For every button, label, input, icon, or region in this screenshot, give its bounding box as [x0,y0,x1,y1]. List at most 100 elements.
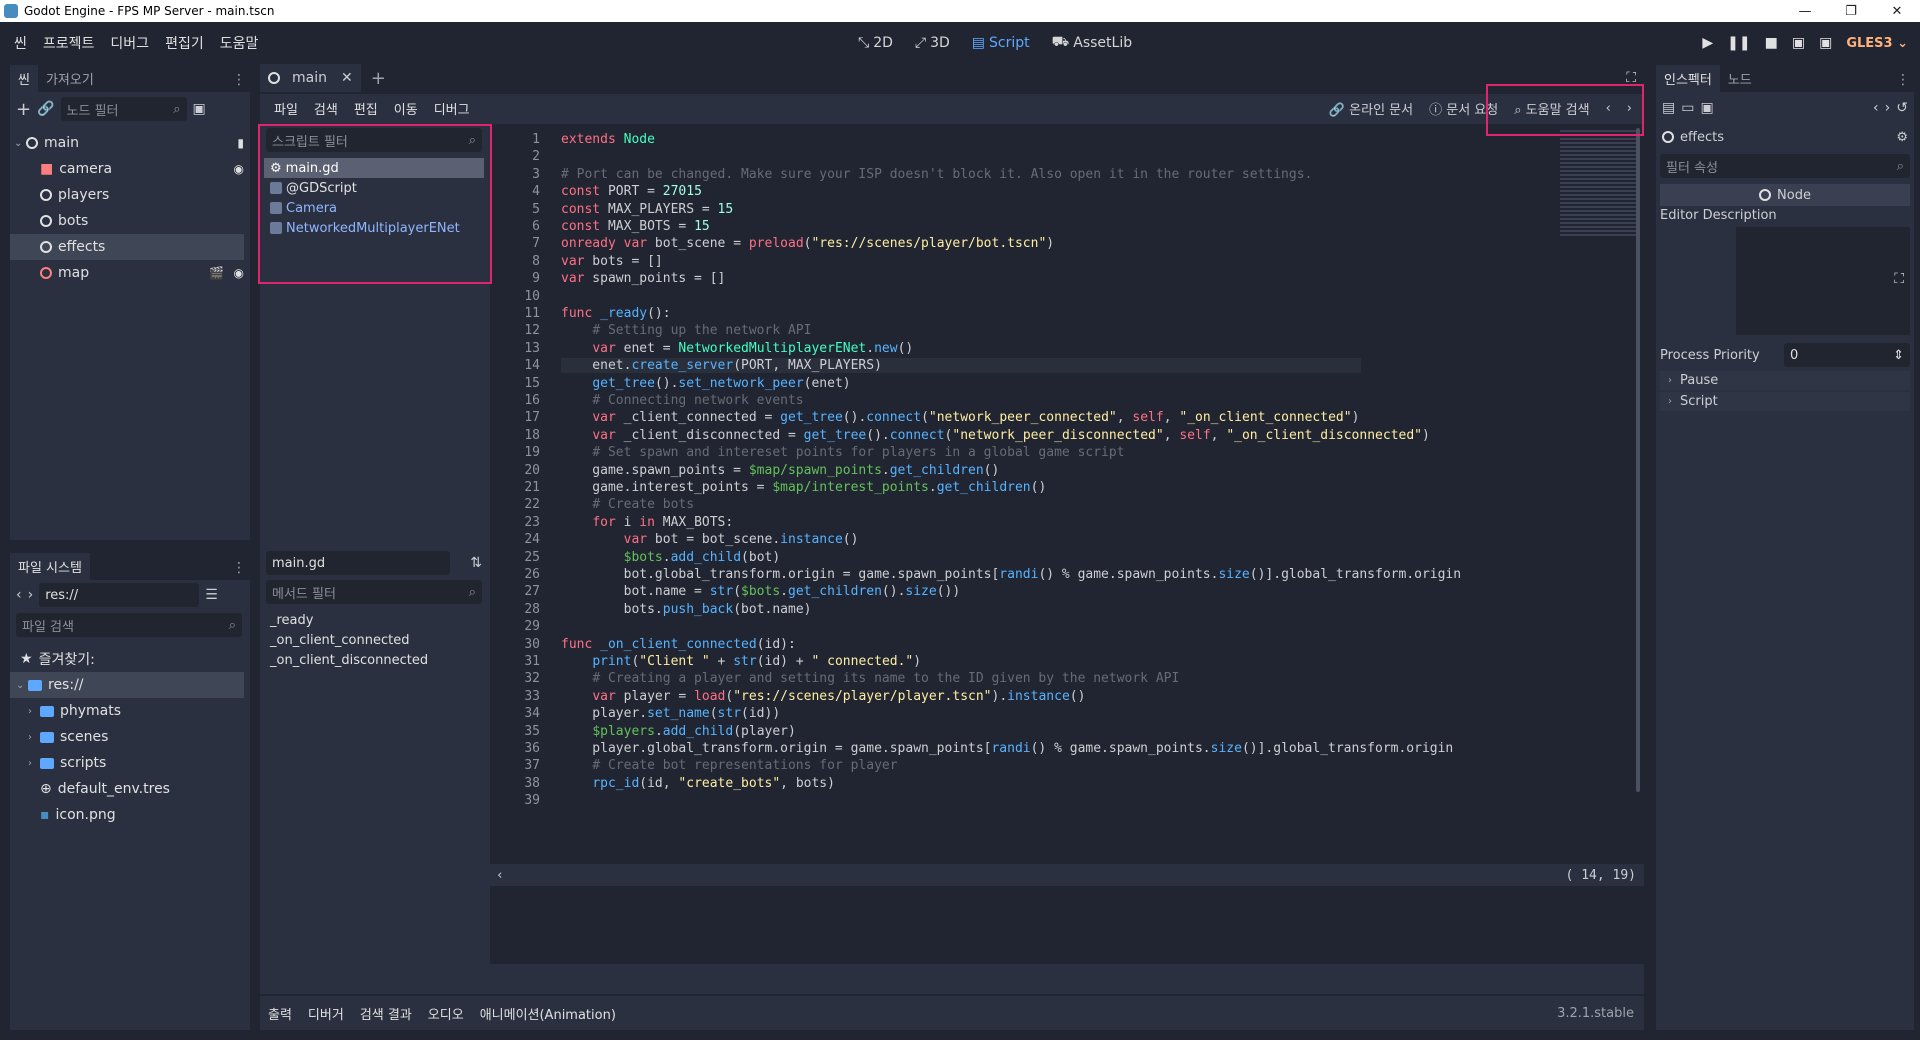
file-search-input[interactable]: 파일 검색 ⌕ [16,613,242,637]
tree-item-phymats[interactable]: › phymats [10,698,250,724]
code-line: func _ready(): [561,306,671,321]
tree-item-icon-png[interactable]: ▪ icon.png [10,802,250,828]
section-pause[interactable]: › Pause [1660,371,1910,390]
script-menu-edit[interactable]: 편집 [346,99,386,118]
play-scene-icon[interactable]: ▣ [1792,35,1805,51]
mode-2d-button[interactable]: ⤡ 2D [850,35,901,51]
script-attached-icon[interactable]: ▮ [237,136,244,150]
tree-item-scenes[interactable]: › scenes [10,724,250,750]
tree-item-scripts[interactable]: › scripts [10,750,250,776]
link-icon[interactable]: 🔗 [37,101,54,117]
tree-item-map[interactable]: map 🎬 ◉ [10,260,250,286]
script-menu-file[interactable]: 파일 [266,99,306,118]
bottom-tab-animation[interactable]: 애니메이션(Animation) [472,1004,624,1023]
attach-script-icon[interactable]: ▣ [193,101,206,117]
menu-scene[interactable]: 씬 [6,33,35,53]
favorites-item[interactable]: ★ 즐겨찾기: [10,646,250,672]
method-panel: main.gd ⇅ 메서드 필터 ⌕ _ready _on_client_conn… [260,550,488,994]
tree-item-camera[interactable]: ■ camera ◉ [10,156,250,182]
tab-inspector[interactable]: 인스펙터 [1656,65,1720,92]
tab-main-scene[interactable]: main ✕ [260,64,361,92]
process-priority-spinbox[interactable]: 0 ⇕ [1784,343,1910,367]
node-icon [268,72,280,84]
expand-icon[interactable]: ⛶ [1894,271,1904,287]
editor-description-field[interactable]: ⛶ [1736,227,1910,335]
pause-icon[interactable]: ❚❚ [1727,35,1750,51]
mode-3d-button[interactable]: ⤢ 3D [907,35,958,51]
code-line: # Setting up the network API [592,323,812,339]
stop-icon[interactable]: ■ [1765,35,1778,51]
code-line: for i in MAX_BOTS: [592,514,734,530]
online-docs-button[interactable]: 🔗 온라인 문서 [1329,99,1413,118]
sort-icon[interactable]: ⇅ [470,555,482,571]
tree-item-default-env[interactable]: ⊕ default_env.tres [10,776,250,802]
toggle-scripts-panel-icon[interactable]: ‹ [496,868,504,883]
tab-scene[interactable]: 씬 [10,65,38,92]
tree-item-players[interactable]: players [10,182,250,208]
class-header: Node [1660,184,1910,206]
menu-editor[interactable]: 편집기 [157,33,212,53]
bottom-tab-output[interactable]: 출력 [260,1004,300,1023]
split-view-icon[interactable]: ☰ [205,587,218,603]
top-menu-bar: 씬 프로젝트 디버그 편집기 도움말 ⤡ 2D ⤢ 3D ▤ Script ⛟ Asse… [0,22,1920,64]
dock-menu-icon[interactable]: ⋮ [228,556,250,580]
tree-item-res-root[interactable]: ⌄ res:// [10,672,244,698]
maximize-button[interactable]: ❐ [1828,0,1874,22]
visibility-eye-icon[interactable]: ◉ [234,162,244,176]
history-icon[interactable]: ↺ [1896,100,1908,116]
tab-node[interactable]: 노드 [1720,65,1760,92]
clapper-icon[interactable]: 🎬 [209,266,224,280]
new-resource-icon[interactable]: ▤ [1662,100,1675,116]
mode-assetlib-button[interactable]: ⛟ AssetLib [1044,34,1140,52]
script-menu-debug[interactable]: 디버그 [426,99,478,118]
line-number: 12 [524,323,540,339]
mode-script-button[interactable]: ▤ Script [964,35,1038,51]
save-resource-icon[interactable]: ▣ [1700,100,1713,116]
add-node-icon[interactable]: + [16,99,31,120]
vertical-scrollbar[interactable] [1636,128,1640,792]
node-filter-input[interactable]: 노드 필터 ⌕ [60,97,187,121]
tab-import[interactable]: 가져오기 [38,65,102,92]
tree-item-bots[interactable]: bots [10,208,250,234]
dock-menu-icon[interactable]: ⋮ [228,68,250,92]
bottom-tab-debugger[interactable]: 디버거 [300,1004,352,1023]
play-icon[interactable]: ▶ [1702,35,1713,51]
path-field[interactable]: res:// [39,583,200,607]
load-resource-icon[interactable]: ▭ [1681,100,1694,116]
script-menu-goto[interactable]: 이동 [386,99,426,118]
section-script[interactable]: › Script [1660,392,1910,411]
method-item[interactable]: _ready [264,610,484,630]
tree-item-effects[interactable]: effects [10,234,244,260]
method-item[interactable]: _on_client_connected [264,630,484,650]
script-menu-search[interactable]: 검색 [306,99,346,118]
add-scene-tab-button[interactable]: + [371,68,386,89]
tree-item-main[interactable]: ⌄ main ▮ [10,130,250,156]
line-number: 22 [524,497,540,513]
menu-debug[interactable]: 디버그 [102,33,157,53]
dock-menu-icon[interactable]: ⋮ [1892,68,1914,92]
method-filter-input[interactable]: 메서드 필터 ⌕ [266,580,482,604]
tab-filesystem[interactable]: 파일 시스템 [10,553,90,580]
bottom-tab-search-results[interactable]: 검색 결과 [352,1004,420,1023]
history-back-icon[interactable]: ‹ [1873,100,1879,116]
renderer-select[interactable]: GLES3 ⌄ [1846,36,1908,51]
line-number: 25 [524,549,540,565]
object-properties-icon[interactable]: ⚙ [1896,130,1908,145]
back-icon[interactable]: ‹ [16,587,22,603]
property-filter-input[interactable]: 필터 속성 ⌕ [1660,154,1910,178]
menu-help[interactable]: 도움말 [212,33,267,53]
code-minimap[interactable] [1560,130,1638,238]
minimize-button[interactable]: — [1782,0,1828,22]
method-item[interactable]: _on_client_disconnected [264,650,484,670]
code-line: var bots = [] [561,253,663,269]
history-forward-icon[interactable]: › [1885,100,1891,116]
code-editor[interactable]: 1 extends Node 2 3 # Port can be changed. Ma… [490,124,1644,964]
forward-icon[interactable]: › [28,587,34,603]
close-window-button[interactable]: ✕ [1874,0,1920,22]
close-tab-icon[interactable]: ✕ [341,70,353,86]
play-custom-scene-icon[interactable]: ▣ [1819,35,1832,51]
code-line: get_tree().set_network_peer(enet) [592,375,851,391]
visibility-eye-icon[interactable]: ◉ [234,266,244,280]
bottom-tab-audio[interactable]: 오디오 [420,1004,472,1023]
menu-project[interactable]: 프로젝트 [35,33,103,53]
